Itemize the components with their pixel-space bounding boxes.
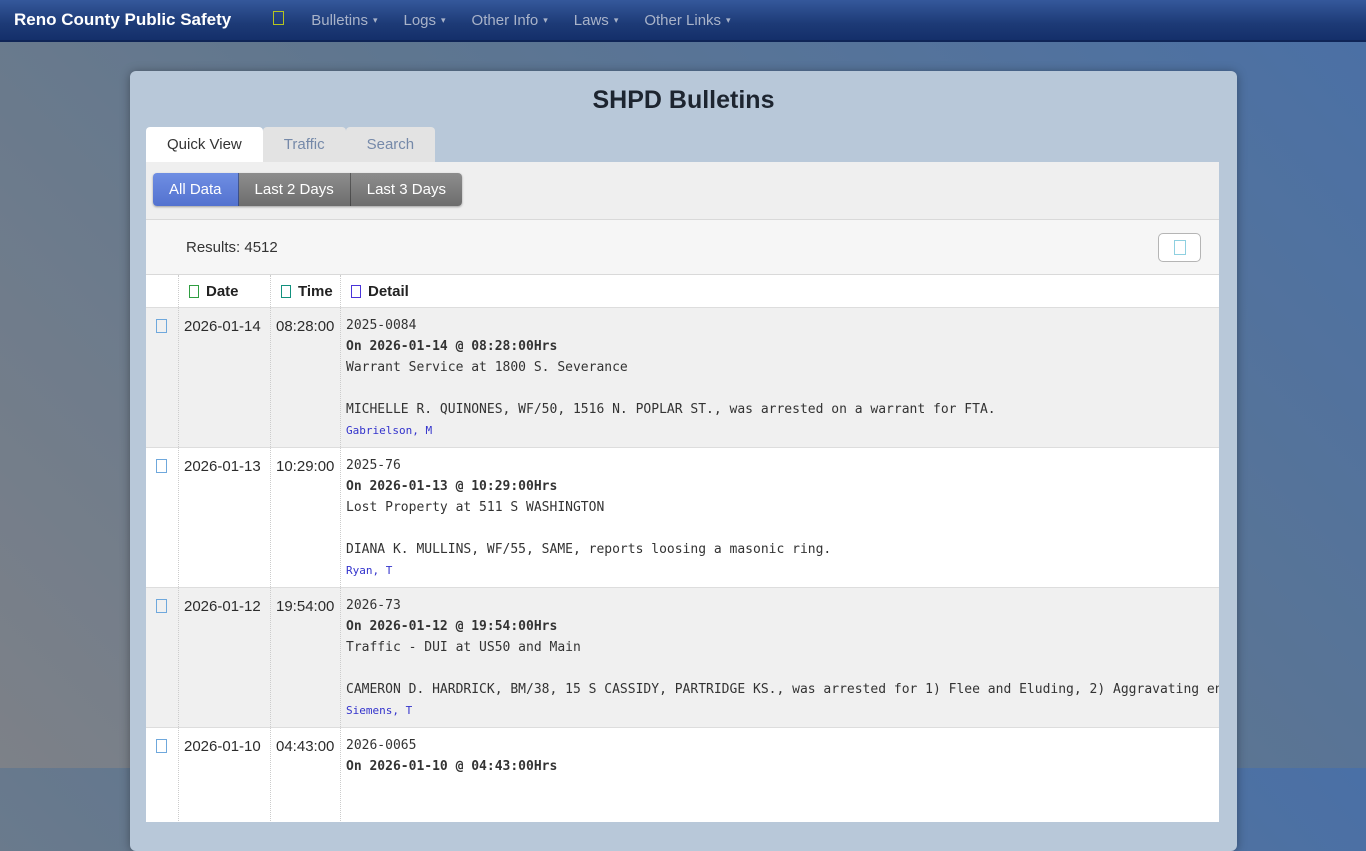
- date-cell: 2026-01-10: [178, 728, 270, 822]
- results-count: Results: 4512: [186, 239, 278, 256]
- case-number: 2026-73: [346, 595, 1219, 616]
- header-select-column: [146, 275, 178, 307]
- chevron-down-icon: ▾: [373, 15, 378, 26]
- page-title: SHPD Bulletins: [130, 71, 1237, 127]
- calendar-icon: [189, 285, 199, 298]
- table-row: 2026-01-10 04:43:00 2026-0065 On 2026-01…: [146, 728, 1219, 822]
- row-checkbox-icon[interactable]: [156, 599, 167, 613]
- incident-datetime: On 2026-01-13 @ 10:29:00Hrs: [346, 476, 1219, 497]
- nav-item-label: Laws: [574, 12, 609, 29]
- nav-item-other-links[interactable]: Other Links ▾: [631, 12, 743, 29]
- header-detail: Detail: [340, 275, 1219, 307]
- case-number: 2026-0065: [346, 735, 1219, 756]
- tab-search[interactable]: Search: [346, 127, 436, 162]
- nav-item-logs[interactable]: Logs ▾: [390, 12, 458, 29]
- brand-link[interactable]: Reno County Public Safety: [14, 10, 231, 30]
- chevron-down-icon: ▾: [543, 15, 548, 26]
- row-checkbox-icon[interactable]: [156, 319, 167, 333]
- main-panel: SHPD Bulletins Quick View Traffic Search…: [130, 71, 1237, 851]
- officer-link[interactable]: Siemens, T: [346, 704, 412, 717]
- columns-toggle-button[interactable]: [1158, 233, 1201, 262]
- detail-cell: 2025-76 On 2026-01-13 @ 10:29:00Hrs Lost…: [340, 448, 1219, 587]
- spacer: [346, 518, 1219, 539]
- incident-datetime: On 2026-01-10 @ 04:43:00Hrs: [346, 756, 1219, 777]
- case-number: 2025-0084: [346, 315, 1219, 336]
- filter-last-2-days-button[interactable]: Last 2 Days: [239, 173, 351, 206]
- time-cell: 04:43:00: [270, 728, 340, 822]
- tab-traffic[interactable]: Traffic: [263, 127, 346, 162]
- header-time-label: Time: [298, 283, 333, 300]
- header-date: Date: [178, 275, 270, 307]
- nav-item-laws[interactable]: Laws ▾: [561, 12, 632, 29]
- detail-cell: 2025-0084 On 2026-01-14 @ 08:28:00Hrs Wa…: [340, 308, 1219, 447]
- incident-narrative: DIANA K. MULLINS, WF/55, SAME, reports l…: [346, 539, 1219, 560]
- filter-all-data-button[interactable]: All Data: [153, 173, 239, 206]
- nav-item-label: Bulletins: [311, 12, 368, 29]
- chevron-down-icon: ▾: [614, 15, 619, 26]
- nav-home-item[interactable]: [259, 11, 298, 30]
- nav-links: Bulletins ▾ Logs ▾ Other Info ▾ Laws ▾ Other…: [259, 11, 743, 30]
- top-navbar: Reno County Public Safety Bulletins ▾ Log…: [0, 0, 1366, 42]
- filter-last-3-days-button[interactable]: Last 3 Days: [351, 173, 462, 206]
- time-cell: 19:54:00: [270, 588, 340, 727]
- tab-content: All Data Last 2 Days Last 3 Days Results…: [146, 162, 1219, 822]
- date-cell: 2026-01-13: [178, 448, 270, 587]
- header-date-label: Date: [206, 283, 239, 300]
- incident-datetime: On 2026-01-14 @ 08:28:00Hrs: [346, 336, 1219, 357]
- spacer: [346, 378, 1219, 399]
- incident-datetime: On 2026-01-12 @ 19:54:00Hrs: [346, 616, 1219, 637]
- home-icon: [273, 11, 284, 25]
- spacer: [346, 658, 1219, 679]
- tab-bar: Quick View Traffic Search: [130, 127, 1237, 162]
- officer-link[interactable]: Gabrielson, M: [346, 424, 432, 437]
- detail-cell: 2026-0065 On 2026-01-10 @ 04:43:00Hrs: [340, 728, 1219, 822]
- columns-icon: [1174, 240, 1186, 255]
- header-time: Time: [270, 275, 340, 307]
- case-number: 2025-76: [346, 455, 1219, 476]
- date-cell: 2026-01-14: [178, 308, 270, 447]
- table-row: 2026-01-13 10:29:00 2025-76 On 2026-01-1…: [146, 448, 1219, 588]
- nav-item-other-info[interactable]: Other Info ▾: [459, 12, 561, 29]
- chevron-down-icon: ▾: [441, 15, 446, 26]
- table-header-row: Date Time Detail: [146, 275, 1219, 308]
- table-row: 2026-01-14 08:28:00 2025-0084 On 2026-01…: [146, 308, 1219, 448]
- time-cell: 08:28:00: [270, 308, 340, 447]
- header-detail-label: Detail: [368, 283, 409, 300]
- row-select-cell: [146, 308, 178, 447]
- date-cell: 2026-01-12: [178, 588, 270, 727]
- nav-item-bulletins[interactable]: Bulletins ▾: [298, 12, 390, 29]
- incident-location: Warrant Service at 1800 S. Severance: [346, 357, 1219, 378]
- incident-narrative: CAMERON D. HARDRICK, BM/38, 15 S CASSIDY…: [346, 679, 1219, 700]
- detail-cell: 2026-73 On 2026-01-12 @ 19:54:00Hrs Traf…: [340, 588, 1219, 727]
- nav-item-label: Other Info: [472, 12, 539, 29]
- incident-location: Lost Property at 511 S WASHINGTON: [346, 497, 1219, 518]
- filter-toolbar: All Data Last 2 Days Last 3 Days: [146, 162, 1219, 220]
- row-checkbox-icon[interactable]: [156, 459, 167, 473]
- clock-icon: [281, 285, 291, 298]
- chevron-down-icon: ▾: [726, 15, 731, 26]
- results-bar: Results: 4512: [146, 220, 1219, 275]
- incident-location: Traffic - DUI at US50 and Main: [346, 637, 1219, 658]
- row-select-cell: [146, 588, 178, 727]
- nav-item-label: Other Links: [644, 12, 721, 29]
- table-row: 2026-01-12 19:54:00 2026-73 On 2026-01-1…: [146, 588, 1219, 728]
- row-checkbox-icon[interactable]: [156, 739, 167, 753]
- filter-button-group: All Data Last 2 Days Last 3 Days: [153, 173, 462, 206]
- tab-quick-view[interactable]: Quick View: [146, 127, 263, 162]
- row-select-cell: [146, 728, 178, 822]
- incident-narrative: MICHELLE R. QUINONES, WF/50, 1516 N. POP…: [346, 399, 1219, 420]
- nav-item-label: Logs: [403, 12, 436, 29]
- time-cell: 10:29:00: [270, 448, 340, 587]
- row-select-cell: [146, 448, 178, 587]
- document-icon: [351, 285, 361, 298]
- officer-link[interactable]: Ryan, T: [346, 564, 392, 577]
- bulletins-table: Date Time Detail 2026-01-14 08:28:00: [146, 275, 1219, 822]
